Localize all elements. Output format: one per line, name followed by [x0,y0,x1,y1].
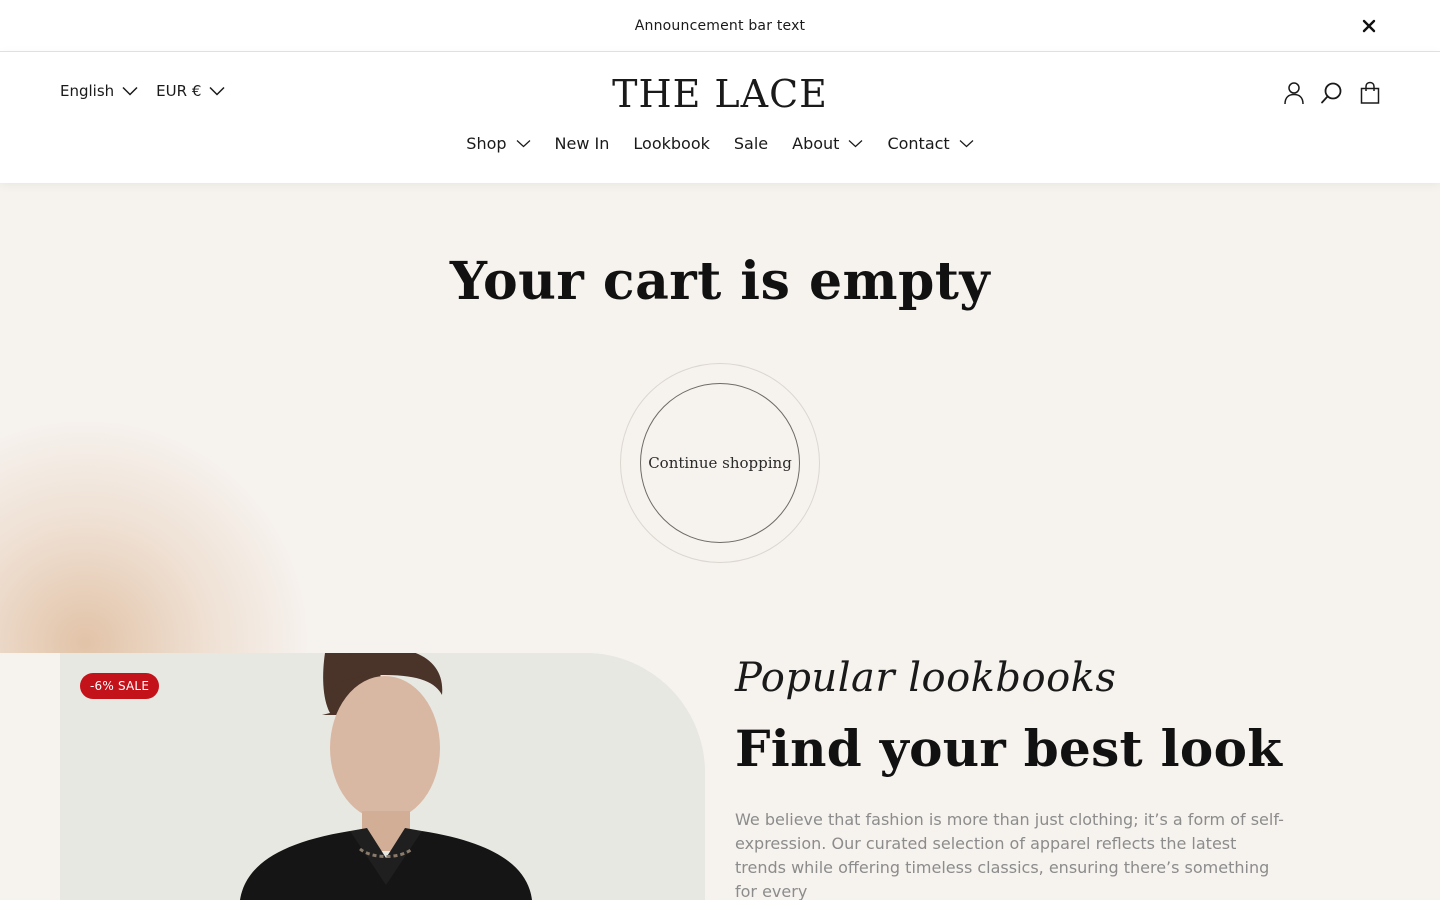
cart-empty-title: Your cart is empty [449,251,991,312]
nav-item-label: New In [554,134,610,153]
lookbook-script-title: Popular lookbooks [735,655,1117,701]
chevron-down-icon [516,140,530,148]
search-icon[interactable] [1320,81,1344,105]
close-icon[interactable] [1358,15,1380,37]
site-header: English EUR € THE LACE Shop New In Lookb… [0,52,1440,183]
nav-item-label: Contact [887,134,950,153]
header-actions [1282,81,1382,105]
lookbook-text: Popular lookbooks Find your best look We… [735,653,1295,900]
lookbook-heading: Find your best look [735,719,1283,778]
continue-shopping-button[interactable]: Continue shopping [640,383,800,543]
lookbook-image[interactable]: -6% SALE [60,653,705,900]
nav-item-shop[interactable]: Shop [466,134,530,153]
nav-item-label: About [792,134,840,153]
cart-icon[interactable] [1358,81,1382,105]
nav-item-about[interactable]: About [792,134,863,153]
lookbook-section: -6% SALE Popular lookbooks Find your bes… [0,653,1440,900]
lookbook-description: We believe that fashion is more than jus… [735,810,1284,900]
site-logo[interactable]: THE LACE [0,72,1440,116]
nav-item-label: Sale [733,134,769,153]
nav-item-new-in[interactable]: New In [555,134,610,153]
nav-item-contact[interactable]: Contact [887,134,974,153]
nav-item-label: Shop [466,134,507,153]
sale-badge: -6% SALE [80,673,160,699]
nav-item-sale[interactable]: Sale [734,134,768,153]
announcement-bar: Announcement bar text [0,0,1440,52]
announcement-text: Announcement bar text [634,17,806,34]
continue-shopping-ring: Continue shopping [620,363,820,563]
nav-item-label: Lookbook [633,134,710,153]
empty-cart-section: Your cart is empty Continue shopping [0,183,1440,653]
primary-nav: Shop New In Lookbook Sale About Contact [0,134,1440,153]
chevron-down-icon [959,140,974,148]
account-icon[interactable] [1282,81,1306,105]
nav-item-lookbook[interactable]: Lookbook [633,134,709,153]
chevron-down-icon [849,140,863,148]
